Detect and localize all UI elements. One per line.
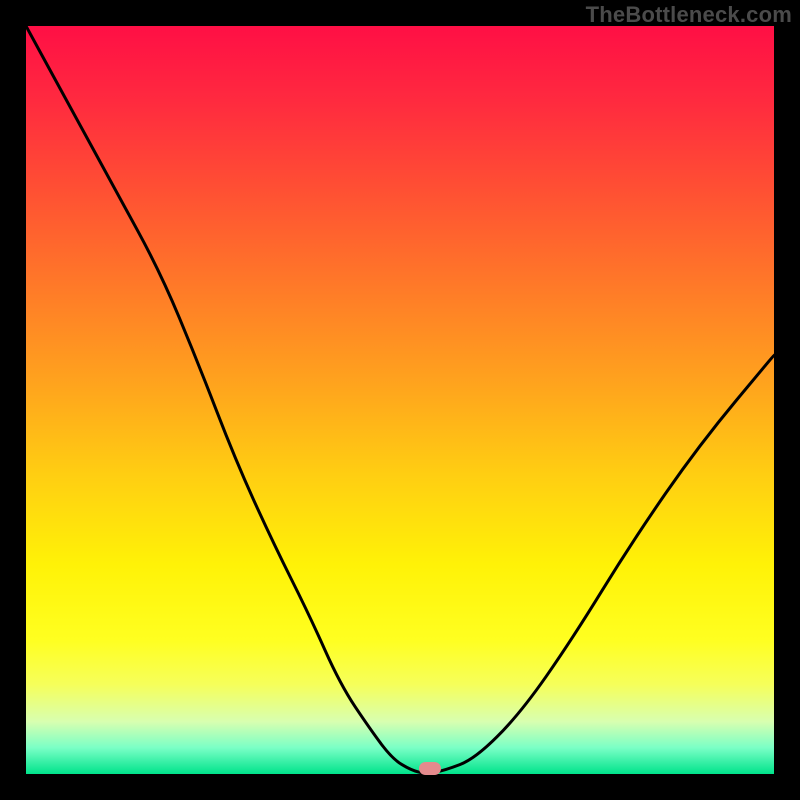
chart-frame: TheBottleneck.com — [0, 0, 800, 800]
watermark-text: TheBottleneck.com — [586, 2, 792, 28]
gradient-rect — [26, 26, 774, 774]
plot-svg — [26, 26, 774, 774]
optimum-marker — [419, 762, 441, 775]
plot-area — [26, 26, 774, 774]
